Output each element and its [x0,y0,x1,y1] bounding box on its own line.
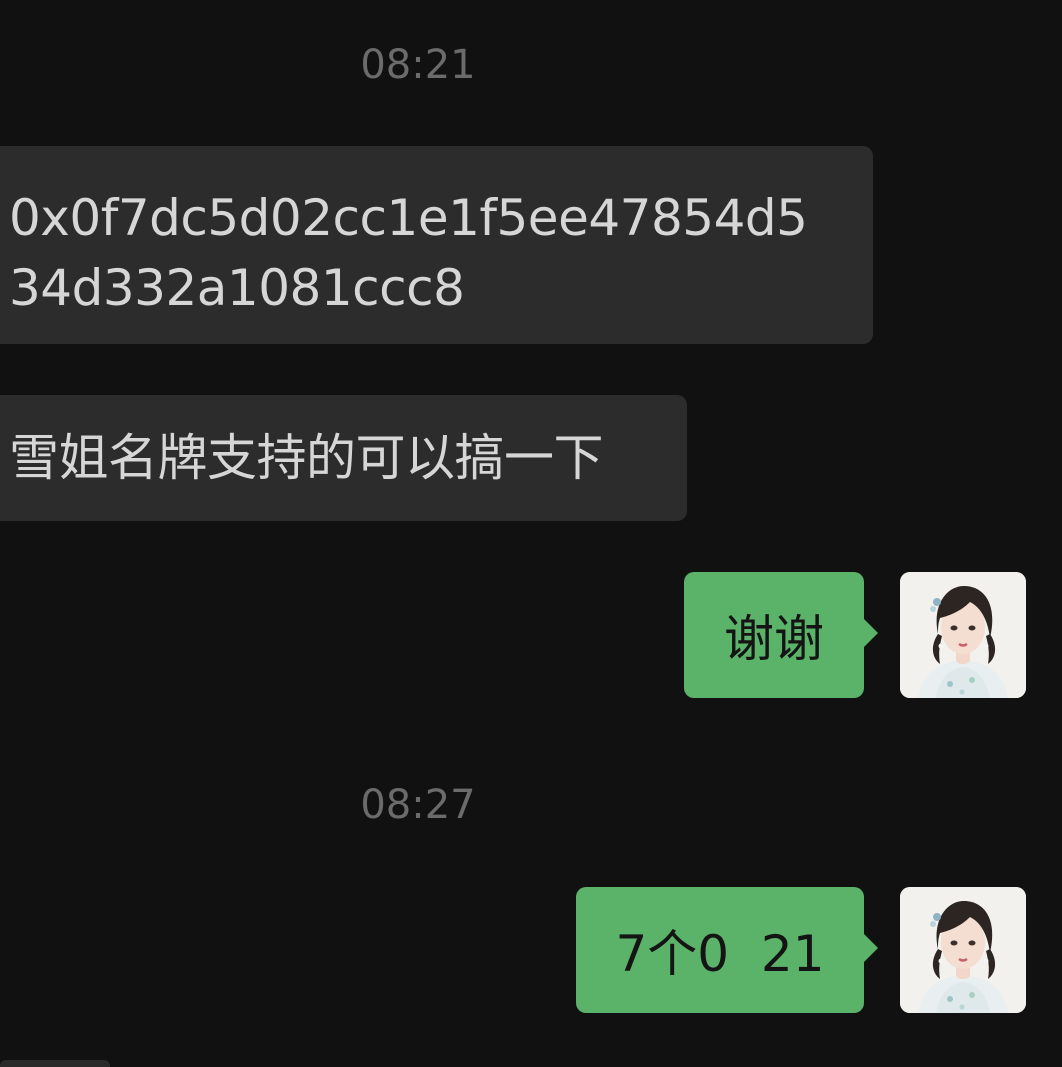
avatar[interactable] [900,572,1026,698]
message-bubble-outgoing[interactable]: 谢谢 [684,572,878,698]
message-bubble-outgoing[interactable]: 7个0 21 [576,887,878,1013]
message-text: 雪姐名牌支持的可以搞一下 [9,429,604,487]
message-text-line: 34d332a1081ccc8 [9,259,465,317]
timestamp: 08:21 [360,42,476,88]
avatar[interactable] [900,887,1026,1013]
message-text: 7个0 21 [615,925,825,983]
user-avatar-icon [900,887,1026,1013]
message-text: 谢谢 [724,610,824,668]
message-text: 0x0f7dc5d02cc1e1f5ee47854d5 34d332a1081c… [9,183,808,323]
message-text-line: 0x0f7dc5d02cc1e1f5ee47854d5 [9,189,808,247]
user-avatar-icon [900,572,1026,698]
message-bubble-incoming[interactable]: 0x0f7dc5d02cc1e1f5ee47854d5 34d332a1081c… [0,146,873,344]
timestamp: 08:27 [360,782,476,828]
message-bubble-incoming[interactable]: 雪姐名牌支持的可以搞一下 [0,395,687,521]
partial-message-bubble [0,1060,110,1067]
